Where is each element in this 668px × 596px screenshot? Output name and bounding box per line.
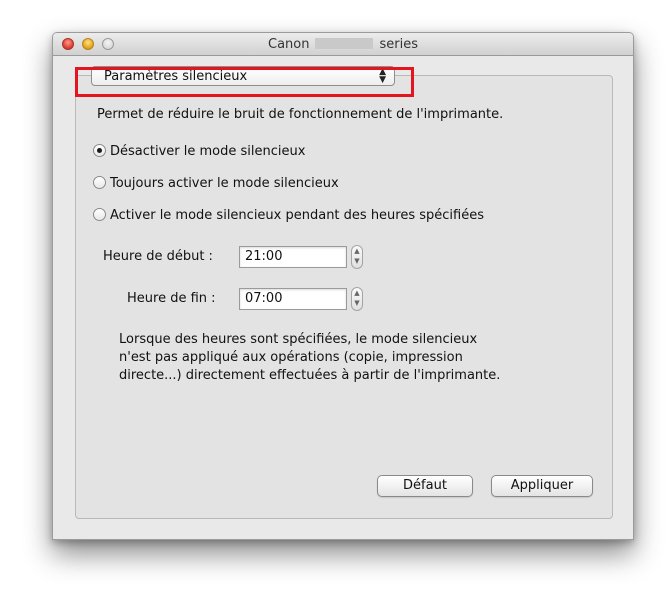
radio-disable-quiet-mode[interactable]: Désactiver le mode silencieux — [93, 144, 305, 159]
schedule-note: Lorsque des heures sont spécifiées, le m… — [119, 331, 559, 385]
end-time-stepper[interactable]: ▲ ▼ — [351, 287, 363, 311]
red-highlight-box — [75, 67, 414, 97]
radio-quiet-mode-scheduled[interactable]: Activer le mode silencieux pendant des h… — [93, 208, 484, 223]
preferences-window: Canon series Paramètres silencieux ▲ ▼ Per… — [52, 32, 634, 540]
start-time-label: Heure de début : — [103, 249, 213, 264]
end-time-label: Heure de fin : — [127, 291, 216, 306]
radio-button[interactable] — [93, 208, 106, 221]
start-time-input[interactable]: 21:00 — [239, 246, 347, 268]
window-title-suffix: series — [379, 37, 418, 52]
radio-label: Activer le mode silencieux pendant des h… — [110, 208, 484, 223]
description-text: Permet de réduire le bruit de fonctionne… — [97, 107, 504, 122]
window-title: Canon series — [53, 37, 633, 52]
apply-button[interactable]: Appliquer — [491, 475, 593, 497]
start-time-stepper[interactable]: ▲ ▼ — [351, 245, 363, 269]
radio-label: Désactiver le mode silencieux — [110, 144, 306, 159]
end-time-input[interactable]: 07:00 — [239, 288, 347, 310]
note-line: n'est pas appliqué aux opérations (copie… — [119, 350, 463, 365]
radio-always-quiet-mode[interactable]: Toujours activer le mode silencieux — [93, 176, 339, 191]
note-line: Lorsque des heures sont spécifiées, le m… — [119, 332, 478, 347]
radio-button[interactable] — [93, 176, 106, 189]
radio-label: Toujours activer le mode silencieux — [110, 176, 339, 191]
radio-button-selected[interactable] — [93, 144, 106, 157]
redacted-model-name — [315, 38, 374, 49]
title-bar[interactable]: Canon series — [53, 33, 633, 56]
default-button[interactable]: Défaut — [377, 475, 473, 497]
note-line: directe...) directement effectuées à par… — [119, 368, 501, 383]
window-title-prefix: Canon — [268, 37, 310, 52]
